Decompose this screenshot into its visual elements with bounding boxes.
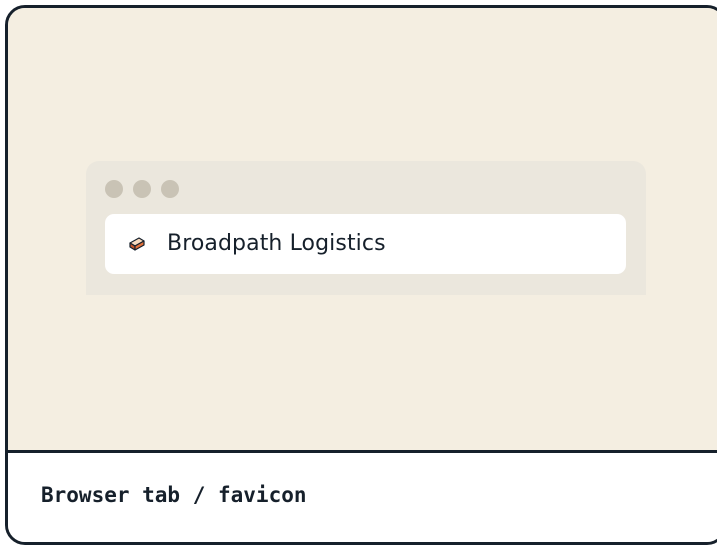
preview-area: Broadpath Logistics [8,8,717,451]
brick-icon [129,237,145,251]
window-dot-icon[interactable] [133,180,151,198]
window-controls [105,180,179,198]
browser-window: Broadpath Logistics [86,161,646,295]
caption-label: Browser tab / favicon [41,483,307,507]
caption-area: Browser tab / favicon [8,453,717,542]
preview-card: Broadpath Logistics Browser tab / favico… [5,5,717,545]
browser-tab[interactable]: Broadpath Logistics [105,214,626,274]
window-dot-icon[interactable] [105,180,123,198]
window-dot-icon[interactable] [161,180,179,198]
tab-title: Broadpath Logistics [167,231,386,256]
